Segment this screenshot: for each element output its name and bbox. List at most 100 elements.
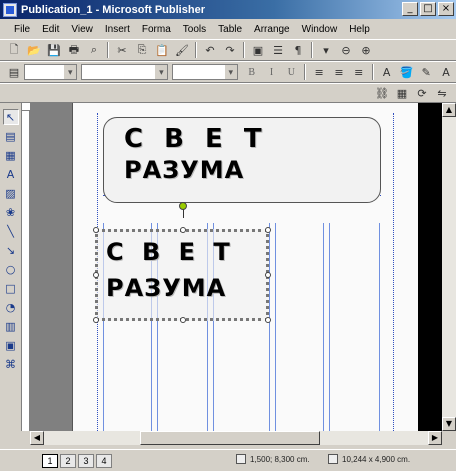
- resize-handle[interactable]: [180, 227, 186, 233]
- cut-icon[interactable]: ✂: [113, 42, 131, 58]
- columns-icon[interactable]: ☰: [269, 42, 287, 58]
- menu-insert[interactable]: Insert: [99, 24, 136, 35]
- resize-handle[interactable]: [93, 317, 99, 323]
- align-center-icon[interactable]: ≡: [330, 64, 348, 80]
- wordart-icon[interactable]: A: [3, 166, 19, 182]
- group-icon[interactable]: ▦: [393, 85, 411, 101]
- line-icon[interactable]: ╲: [3, 223, 19, 239]
- flip-icon[interactable]: ⇋: [433, 85, 451, 101]
- style-select[interactable]: [23, 64, 78, 80]
- fill-color-icon[interactable]: 🪣: [397, 64, 415, 80]
- new-icon[interactable]: 🗋: [5, 42, 23, 58]
- menu-help[interactable]: Help: [343, 24, 376, 35]
- font-size-select[interactable]: [172, 64, 238, 80]
- menu-tools[interactable]: Tools: [177, 24, 212, 35]
- rotation-handle[interactable]: [179, 202, 187, 210]
- resize-handle[interactable]: [265, 272, 271, 278]
- align-left-icon[interactable]: ≡: [310, 64, 328, 80]
- design-gallery-icon[interactable]: ▥: [3, 318, 19, 334]
- toolbar-separator: [243, 42, 245, 58]
- format-painter-icon[interactable]: 🖌: [173, 42, 191, 58]
- font-select[interactable]: [81, 64, 169, 80]
- oval-icon[interactable]: ○: [3, 261, 19, 277]
- menu-edit[interactable]: Edit: [36, 24, 65, 35]
- rectangle-icon[interactable]: □: [3, 280, 19, 296]
- zoom-dropdown-icon[interactable]: ▾: [317, 42, 335, 58]
- save-icon[interactable]: 💾: [45, 42, 63, 58]
- zoom-out-icon[interactable]: ⊖: [337, 42, 355, 58]
- minimize-button[interactable]: _: [402, 2, 418, 16]
- italic-button[interactable]: I: [263, 64, 281, 80]
- size-icon: [328, 454, 338, 464]
- bold-button[interactable]: B: [243, 64, 261, 80]
- clip-art-icon[interactable]: ❀: [3, 204, 19, 220]
- page-tab-4[interactable]: 4: [96, 453, 112, 468]
- column-guide: [379, 223, 380, 431]
- line-color-icon[interactable]: ✎: [417, 64, 435, 80]
- object-icon[interactable]: ⌘: [3, 356, 19, 372]
- table-icon[interactable]: ▦: [3, 147, 19, 163]
- scroll-up-icon[interactable]: ▲: [442, 103, 456, 117]
- pilcrow-icon[interactable]: ¶: [289, 42, 307, 58]
- horizontal-scroll-thumb[interactable]: [140, 431, 320, 445]
- vertical-ruler[interactable]: [22, 111, 30, 431]
- style-icon[interactable]: ▤: [5, 64, 23, 80]
- menu-file[interactable]: File: [4, 24, 36, 35]
- maximize-button[interactable]: □: [420, 2, 436, 16]
- redo-icon[interactable]: ↷: [221, 42, 239, 58]
- window-controls: _ □ ×: [402, 2, 454, 16]
- menu-table[interactable]: Table: [212, 24, 248, 35]
- link-icon[interactable]: ⛓: [373, 85, 391, 101]
- pointer-icon[interactable]: ↖: [2, 109, 19, 125]
- zoom-in-icon[interactable]: ⊕: [357, 42, 375, 58]
- font-size-increase-icon[interactable]: A: [378, 64, 396, 80]
- insert-picture-icon[interactable]: ▣: [249, 42, 267, 58]
- resize-handle[interactable]: [93, 272, 99, 278]
- close-button[interactable]: ×: [438, 2, 454, 16]
- undo-icon[interactable]: ↶: [201, 42, 219, 58]
- resize-handle[interactable]: [265, 317, 271, 323]
- paste-icon[interactable]: 📋: [153, 42, 171, 58]
- selected-heading-line-2: РАЗУМА: [106, 274, 227, 302]
- page-tab-1[interactable]: 1: [42, 453, 58, 468]
- selected-text-frame[interactable]: С В Е Т РАЗУМА: [93, 227, 271, 323]
- hot-spot-icon[interactable]: ▣: [3, 337, 19, 353]
- scroll-left-icon[interactable]: ◀: [30, 431, 44, 445]
- vertical-scrollbar[interactable]: ▲ ▼: [442, 103, 456, 431]
- toolbar-separator: [195, 42, 197, 58]
- preview-icon[interactable]: ⌕: [85, 42, 103, 58]
- print-icon[interactable]: 🖶: [65, 42, 83, 58]
- toolbar-separator: [311, 42, 313, 58]
- open-icon[interactable]: 📂: [25, 42, 43, 58]
- position-icon: [236, 454, 246, 464]
- page-tab-2[interactable]: 2: [60, 453, 76, 468]
- scroll-down-icon[interactable]: ▼: [442, 417, 456, 431]
- publisher-app-icon[interactable]: [3, 2, 17, 17]
- underline-button[interactable]: U: [282, 64, 300, 80]
- arrow-icon[interactable]: ↘: [3, 242, 19, 258]
- window-title: Publication_1 - Microsoft Publisher: [21, 3, 205, 16]
- object-position: 1,500; 8,300 cm.: [236, 454, 310, 464]
- align-right-icon[interactable]: ≡: [350, 64, 368, 80]
- page-tab-3[interactable]: 3: [78, 453, 94, 468]
- scroll-right-icon[interactable]: ▶: [428, 431, 442, 445]
- formatting-toolbar: ▤ B I U ≡ ≡ ≡ A 🪣 ✎ A: [0, 61, 456, 83]
- copy-icon[interactable]: ⎘: [133, 42, 151, 58]
- resize-handle[interactable]: [93, 227, 99, 233]
- menu-window[interactable]: Window: [296, 24, 344, 35]
- menu-format[interactable]: Forma: [136, 24, 177, 35]
- resize-handle[interactable]: [265, 227, 271, 233]
- rotate-icon[interactable]: ⟳: [413, 85, 431, 101]
- picture-icon[interactable]: ▨: [3, 185, 19, 201]
- standard-toolbar: 🗋 📂 💾 🖶 ⌕ ✂ ⎘ 📋 🖌 ↶ ↷ ▣ ☰ ¶ ▾ ⊖ ⊕: [0, 39, 456, 61]
- menu-view[interactable]: View: [65, 24, 99, 35]
- objects-toolbar: ⛓ ▦ ⟳ ⇋: [0, 83, 456, 103]
- font-color-icon[interactable]: A: [437, 64, 455, 80]
- heading-frame[interactable]: С В Е Т РАЗУМА: [103, 117, 381, 203]
- autoshapes-icon[interactable]: ◔: [3, 299, 19, 315]
- resize-handle[interactable]: [180, 317, 186, 323]
- publication-page[interactable]: С В Е Т РАЗУМА С В Е Т РАЗУМА: [72, 103, 418, 431]
- horizontal-scrollbar[interactable]: ◀ ▶: [30, 431, 442, 445]
- text-box-icon[interactable]: ▤: [3, 128, 19, 144]
- menu-arrange[interactable]: Arrange: [248, 24, 296, 35]
